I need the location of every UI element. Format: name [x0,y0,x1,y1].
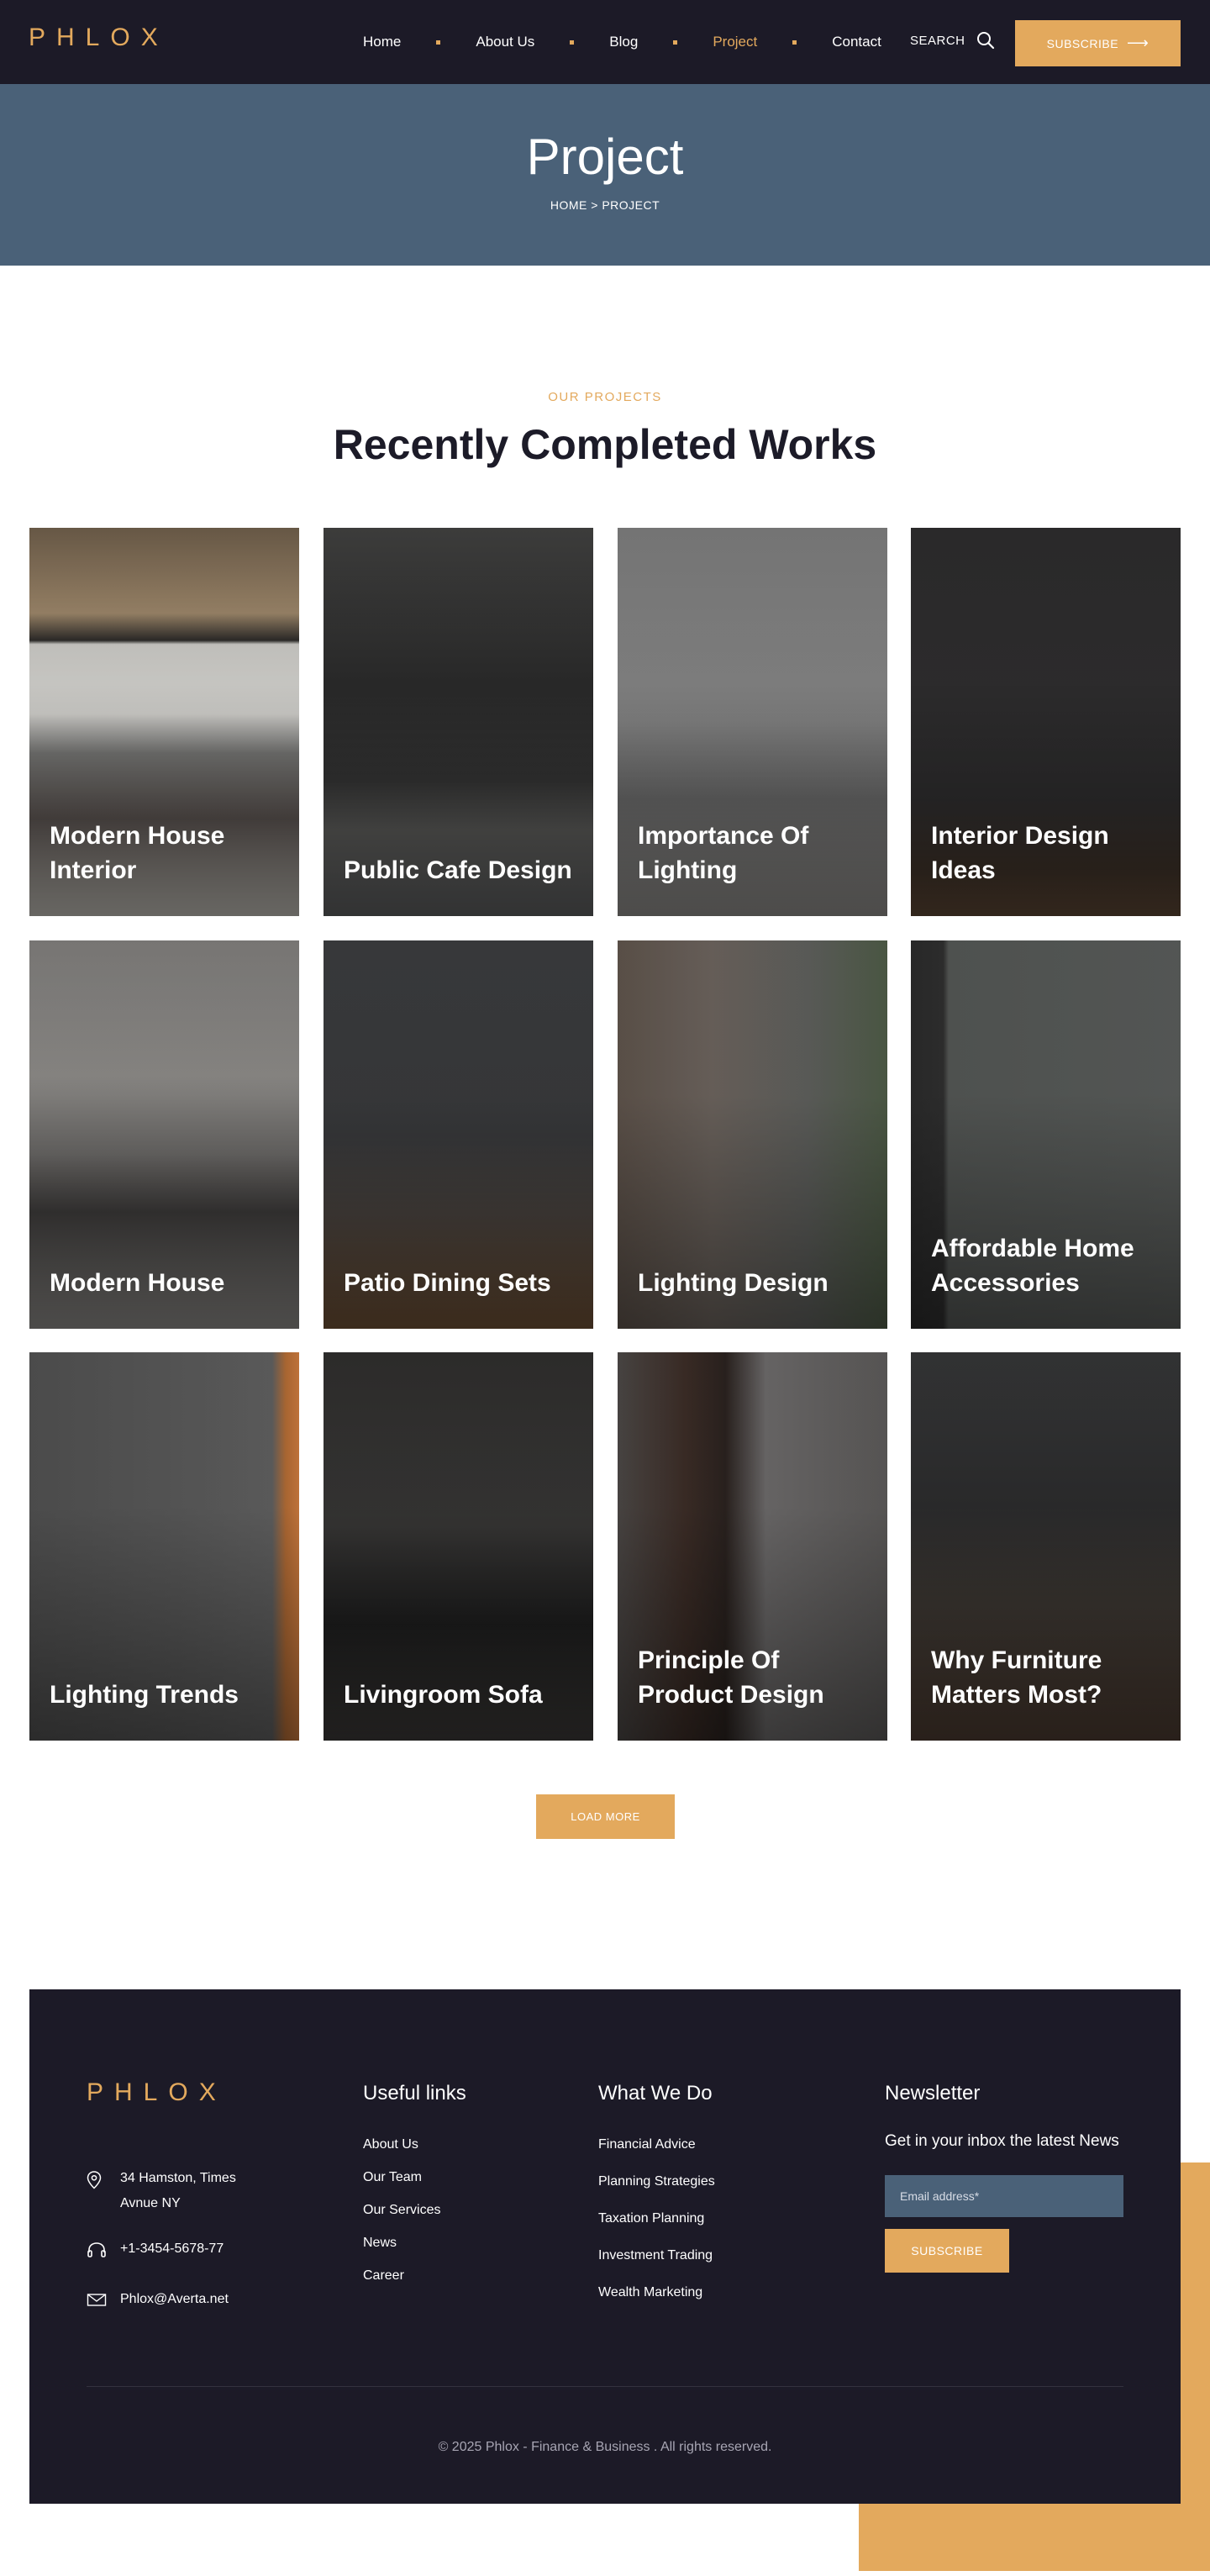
project-title: Affordable Home Accessories [931,1235,1134,1297]
site-logo[interactable]: PHLOX [29,24,169,52]
project-card[interactable]: Why Furniture Matters Most? [911,1352,1181,1741]
footer-link[interactable]: Our Team [363,2170,466,2185]
breadcrumb: HOME > PROJECT [0,198,1210,212]
project-title: Modern House Interior [50,822,225,884]
copyright-text: © 2025 Phlox - Finance & Business . All … [438,2440,772,2454]
address-line-2: Avnue NY [120,2196,181,2211]
breadcrumb-separator: > [591,198,598,212]
section-eyebrow: OUR PROJECTS [548,390,662,404]
email-address: Phlox@Averta.net [120,2292,229,2306]
footer-link[interactable]: Career [363,2268,466,2284]
nav-separator-dot [792,40,797,45]
mail-icon [87,2287,120,2317]
address-line-1: 34 Hamston, Times [120,2171,236,2185]
project-title: Patio Dining Sets [344,1268,551,1297]
nav-item-project[interactable]: Project [694,34,776,50]
footer-phone[interactable]: +1-3454-5678-77 [87,2236,224,2268]
project-card[interactable]: Interior Design Ideas [911,528,1181,916]
page-hero: Project HOME > PROJECT [0,84,1210,266]
project-card[interactable]: Patio Dining Sets [324,940,593,1329]
top-navbar: PHLOX Home About Us Blog Project Contact… [0,0,1210,84]
project-title: Interior Design Ideas [931,822,1109,884]
subscribe-button[interactable]: SUBSCRIBE ⟶ [1015,20,1181,66]
footer-heading: What We Do [598,2082,713,2105]
footer-heading: Newsletter [885,2082,981,2105]
project-title: Livingroom Sofa [344,1680,543,1709]
nav-separator-dot [436,40,441,45]
footer-useful-links: Useful links About Us Our Team Our Servi… [363,2082,466,2284]
footer-logo[interactable]: PHLOX [87,2078,227,2107]
footer-link[interactable]: Wealth Marketing [598,2285,715,2300]
footer-link[interactable]: News [363,2236,466,2251]
footer-link[interactable]: Investment Trading [598,2248,715,2263]
project-card[interactable]: Principle Of Product Design [618,1352,887,1741]
project-title: Why Furniture Matters Most? [931,1646,1102,1709]
nav-item-label: About Us [476,34,535,50]
newsletter-subscribe-button[interactable]: SUBSCRIBE [885,2229,1009,2273]
section-title: Recently Completed Works [333,421,877,468]
project-card[interactable]: Modern House [29,940,299,1329]
project-title: Modern House [50,1268,225,1297]
nav-item-label: Contact [832,34,881,50]
nav-item-blog[interactable]: Blog [591,34,656,50]
footer-link[interactable]: Planning Strategies [598,2174,715,2189]
nav-item-label: Home [363,34,402,50]
project-card[interactable]: Modern House Interior [29,528,299,916]
footer-link[interactable]: Financial Advice [598,2137,715,2152]
footer-link[interactable]: Our Services [363,2203,466,2218]
nav-separator-dot [673,40,678,45]
project-card[interactable]: Importance Of Lighting [618,528,887,916]
project-card[interactable]: Lighting Design [618,940,887,1329]
footer-address: 34 Hamston, Times Avnue NY [87,2166,236,2217]
nav-item-contact[interactable]: Contact [813,34,900,50]
arrow-right-icon: ⟶ [1127,34,1150,51]
headset-icon [87,2236,120,2268]
search-icon [976,32,994,50]
load-more-button[interactable]: LOAD MORE [536,1794,675,1839]
footer-link[interactable]: Taxation Planning [598,2211,715,2226]
project-card[interactable]: Lighting Trends [29,1352,299,1741]
nav-item-home[interactable]: Home [345,34,419,50]
nav-item-label: Blog [609,34,639,50]
footer-divider [87,2386,1123,2387]
project-title: Lighting Trends [50,1680,239,1709]
footer-newsletter: Newsletter Get in your inbox the latest … [885,2082,1128,2273]
page-title: Project [526,129,684,185]
project-title: Lighting Design [638,1268,829,1297]
phone-number: +1-3454-5678-77 [120,2241,224,2256]
location-pin-icon [87,2166,120,2199]
subscribe-label: SUBSCRIBE [1046,36,1119,50]
footer-email[interactable]: Phlox@Averta.net [87,2287,229,2317]
footer-heading: Useful links [363,2082,466,2105]
project-title: Importance Of Lighting [638,822,809,884]
breadcrumb-current: PROJECT [602,198,660,212]
footer-what-we-do: What We Do Financial Advice Planning Str… [598,2082,715,2300]
nav-item-label: Project [713,34,758,50]
newsletter-email-input[interactable]: Email address* [885,2175,1123,2218]
project-title: Principle Of Product Design [638,1646,824,1709]
nav-separator-dot [570,40,575,45]
site-footer: PHLOX 34 Hamston, Times Avnue NY +1-3454… [29,1989,1181,2504]
project-card[interactable]: Livingroom Sofa [324,1352,593,1741]
newsletter-text: Get in your inbox the latest News [885,2132,1119,2150]
project-title: Public Cafe Design [344,856,572,884]
nav-item-about[interactable]: About Us [457,34,553,50]
search-toggle[interactable]: SEARCH [910,30,996,50]
footer-link[interactable]: About Us [363,2137,466,2152]
project-card[interactable]: Affordable Home Accessories [911,940,1181,1329]
search-label: SEARCH [910,33,965,48]
project-card[interactable]: Public Cafe Design [324,528,593,916]
main-nav: Home About Us Blog Project Contact [345,0,900,84]
breadcrumb-home[interactable]: HOME [550,198,587,212]
